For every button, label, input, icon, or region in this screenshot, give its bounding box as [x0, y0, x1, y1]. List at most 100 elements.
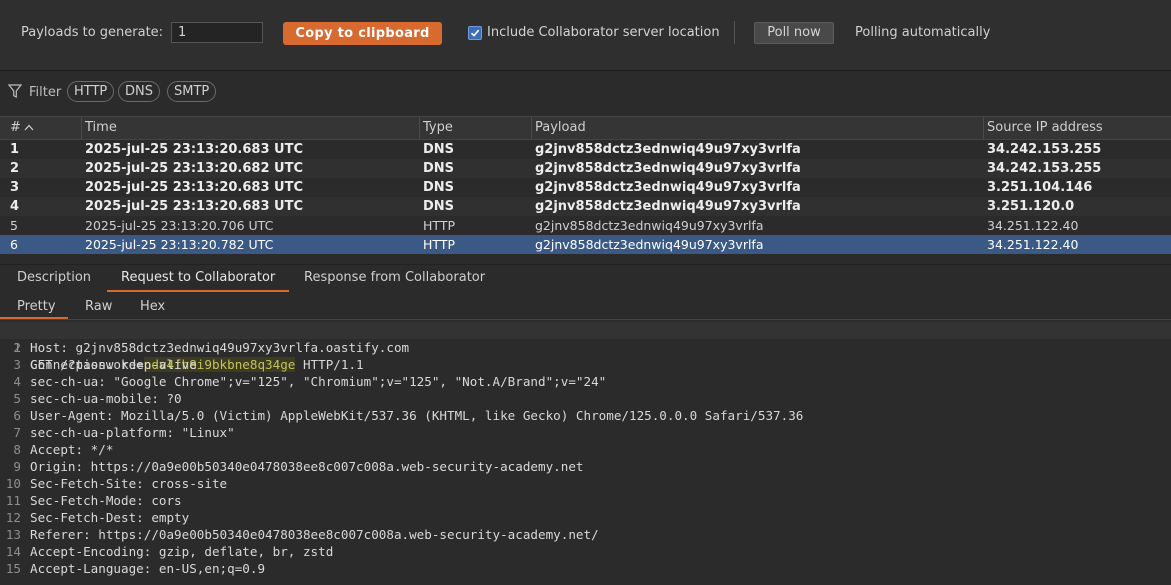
header-line: sec-ch-ua-platform: "Linux" [30, 425, 235, 440]
column-divider[interactable] [983, 117, 984, 139]
detail-tabs: Description Request to Collaborator Resp… [0, 264, 1171, 292]
tab-request-to-collaborator[interactable]: Request to Collaborator [121, 270, 275, 285]
row-source-ip: 3.251.104.146 [987, 180, 1093, 195]
editor-line[interactable]: 14 Accept-Encoding: gzip, deflate, br, zs… [0, 543, 1171, 560]
tab-description[interactable]: Description [17, 270, 91, 285]
row-source-ip: 34.242.153.255 [987, 142, 1102, 157]
line-number: 6 [13, 408, 21, 423]
filter-pill-dns[interactable]: DNS [118, 81, 160, 102]
tab-pretty[interactable]: Pretty [17, 299, 56, 314]
row-number: 5 [10, 218, 18, 233]
table-row[interactable]: 2 2025-jul-25 23:13:20.682 UTC DNS g2jnv… [0, 159, 1171, 178]
editor-line[interactable]: 7 sec-ch-ua-platform: "Linux" [0, 424, 1171, 441]
line-number: 9 [13, 459, 21, 474]
row-number: 4 [10, 199, 20, 214]
row-number: 1 [10, 142, 20, 157]
editor-line[interactable]: 2 Host: g2jnv858dctz3ednwiq49u97xy3vrlfa.… [0, 339, 1171, 356]
row-type: DNS [423, 199, 455, 214]
editor-line[interactable]: 10 Sec-Fetch-Site: cross-site [0, 475, 1171, 492]
header-line: sec-ch-ua-mobile: ?0 [30, 391, 182, 406]
filter-bar: Filter HTTP DNS SMTP [0, 80, 1171, 106]
table-row-selected[interactable]: 6 2025-jul-25 23:13:20.782 UTC HTTP g2jn… [0, 235, 1171, 254]
tab-response-from-collaborator[interactable]: Response from Collaborator [304, 270, 485, 285]
filter-label: Filter [29, 85, 62, 100]
row-number: 6 [10, 237, 18, 252]
line-number: 10 [5, 476, 21, 491]
editor-line[interactable]: 8 Accept: */* [0, 441, 1171, 458]
polling-status: Polling automatically [855, 25, 991, 40]
header-line: Sec-Fetch-Site: cross-site [30, 476, 228, 491]
toolbar-divider [734, 21, 735, 44]
editor-line[interactable]: 13 Referer: https://0a9e00b50340e0478038e… [0, 526, 1171, 543]
column-header-type[interactable]: Type [423, 120, 453, 135]
column-divider[interactable] [81, 117, 82, 139]
column-header-number[interactable]: # [10, 120, 21, 135]
column-header-source-ip[interactable]: Source IP address [987, 120, 1103, 135]
interactions-table: # Time Type Payload Source IP address 1 … [0, 116, 1171, 259]
payloads-label: Payloads to generate: [21, 25, 164, 40]
column-header-time[interactable]: Time [85, 120, 117, 135]
filter-pill-smtp[interactable]: SMTP [167, 81, 217, 102]
editor-line[interactable]: 1 GET /?password=ndv4fh8i9bkbne8q34ge HT… [0, 322, 1171, 372]
row-time: 2025-jul-25 23:13:20.682 UTC [85, 161, 303, 176]
header-line: Connection: keep-alive [30, 357, 197, 372]
row-type: HTTP [423, 237, 455, 252]
editor-line[interactable]: 12 Sec-Fetch-Dest: empty [0, 509, 1171, 526]
active-tab-indicator [107, 290, 289, 292]
row-type: DNS [423, 142, 455, 157]
include-server-location-option[interactable]: Include Collaborator server location [468, 25, 720, 40]
row-time: 2025-jul-25 23:13:20.683 UTC [85, 142, 303, 157]
active-view-indicator [0, 317, 68, 319]
header-line: Sec-Fetch-Mode: cors [30, 493, 182, 508]
editor-line[interactable]: 9 Origin: https://0a9e00b50340e0478038ee8… [0, 458, 1171, 475]
collaborator-toolbar: Payloads to generate: 1 Copy to clipboar… [0, 0, 1171, 71]
checkmark-icon [470, 29, 480, 37]
copy-to-clipboard-button[interactable]: Copy to clipboard [283, 22, 442, 45]
line-number: 7 [13, 425, 21, 440]
editor-line[interactable]: 5 sec-ch-ua-mobile: ?0 [0, 390, 1171, 407]
header-line: Host: g2jnv858dctz3ednwiq49u97xy3vrlfa.o… [30, 340, 410, 355]
editor-line[interactable]: 3 Connection: keep-alive [0, 356, 1171, 373]
header-line: sec-ch-ua: "Google Chrome";v="125", "Chr… [30, 374, 607, 389]
row-payload: g2jnv858dctz3ednwiq49u97xy3vrlfa [535, 199, 801, 214]
editor-line[interactable]: 4 sec-ch-ua: "Google Chrome";v="125", "Ch… [0, 373, 1171, 390]
row-time: 2025-jul-25 23:13:20.683 UTC [85, 180, 303, 195]
row-type: HTTP [423, 218, 455, 233]
column-divider[interactable] [531, 117, 532, 139]
row-source-ip: 34.242.153.255 [987, 161, 1102, 176]
row-payload: g2jnv858dctz3ednwiq49u97xy3vrlfa [535, 161, 801, 176]
line-number: 5 [13, 391, 21, 406]
table-row[interactable]: 4 2025-jul-25 23:13:20.683 UTC DNS g2jnv… [0, 197, 1171, 216]
editor-line[interactable]: 11 Sec-Fetch-Mode: cors [0, 492, 1171, 509]
table-row[interactable]: 3 2025-jul-25 23:13:20.683 UTC DNS g2jnv… [0, 178, 1171, 197]
tab-hex[interactable]: Hex [140, 299, 165, 314]
filter-pill-http[interactable]: HTTP [67, 81, 115, 102]
table-header: # Time Type Payload Source IP address [0, 116, 1171, 140]
header-line: Accept: */* [30, 442, 114, 457]
line-number: 15 [5, 561, 21, 576]
poll-now-button[interactable]: Poll now [754, 22, 834, 44]
editor-line[interactable]: 6 User-Agent: Mozilla/5.0 (Victim) AppleW… [0, 407, 1171, 424]
column-divider[interactable] [419, 117, 420, 139]
include-server-location-checkbox[interactable] [468, 25, 482, 40]
view-mode-tabs: Pretty Raw Hex [0, 295, 1171, 320]
line-number: 8 [13, 442, 21, 457]
filter-icon[interactable] [8, 84, 22, 99]
request-editor[interactable]: 1 GET /?password=ndv4fh8i9bkbne8q34ge HT… [0, 322, 1171, 585]
line-number: 14 [5, 544, 21, 559]
row-number: 3 [10, 180, 20, 195]
row-source-ip: 3.251.120.0 [987, 199, 1075, 214]
editor-line[interactable]: 15 Accept-Language: en-US,en;q=0.9 [0, 560, 1171, 577]
row-type: DNS [423, 161, 455, 176]
row-source-ip: 34.251.122.40 [987, 237, 1079, 252]
table-row[interactable]: 5 2025-jul-25 23:13:20.706 UTC HTTP g2jn… [0, 216, 1171, 235]
tab-raw[interactable]: Raw [85, 299, 112, 314]
table-row-partially-visible[interactable] [0, 254, 1171, 259]
payloads-count-input[interactable]: 1 [171, 22, 263, 43]
column-header-payload[interactable]: Payload [535, 120, 586, 135]
line-number: 13 [5, 527, 21, 542]
line-number: 11 [5, 493, 21, 508]
line-number: 3 [13, 357, 21, 372]
table-row[interactable]: 1 2025-jul-25 23:13:20.683 UTC DNS g2jnv… [0, 140, 1171, 159]
sort-ascending-icon [24, 124, 34, 131]
